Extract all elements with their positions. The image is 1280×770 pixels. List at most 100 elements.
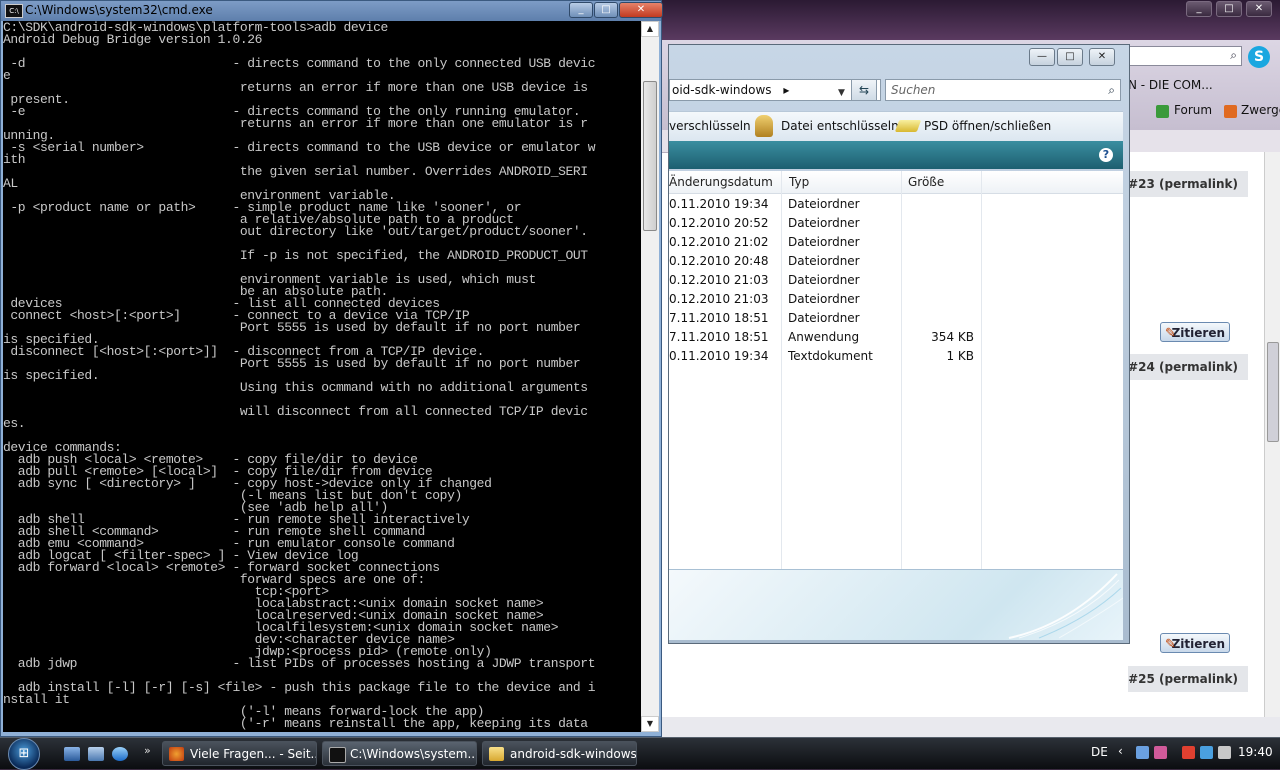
column-date[interactable]: Änderungsdatum [669, 175, 773, 189]
start-button[interactable]: ⊞ [8, 738, 40, 770]
task-label: Viele Fragen... - Seit... [190, 747, 317, 761]
column-type[interactable]: Typ [789, 175, 809, 189]
skype-icon[interactable]: S [1248, 46, 1270, 68]
file-row[interactable]: 0.12.2010 21:02 Dateiordner [669, 233, 1123, 252]
row-size: 354 KB [931, 330, 974, 344]
encrypt-button[interactable]: verschlüsseln [669, 119, 751, 133]
quicklaunch-more-icon[interactable]: » [144, 744, 151, 757]
console-icon: C:\ [5, 4, 23, 18]
post-header-25[interactable]: #25 (permalink) [1128, 666, 1248, 692]
refresh-button[interactable]: ⇆ [851, 79, 877, 101]
row-type: Dateiordner [788, 292, 860, 306]
cmd-close-button[interactable]: ✕ [619, 2, 663, 18]
cmd-minimize-button[interactable]: _ [569, 2, 593, 18]
taskbar: ⊞ » Viele Fragen... - Seit... C:\Windows… [0, 737, 1280, 770]
folder-icon [489, 747, 504, 761]
quote-button[interactable]: ✎ Zitieren [1160, 633, 1230, 653]
scroll-up-icon[interactable]: ▲ [641, 21, 659, 37]
tray-app-icon[interactable] [1154, 746, 1167, 759]
explorer-close-button[interactable]: ✕ [1089, 48, 1115, 66]
explorer-frame: — □ ✕ oid-sdk-windows ▸ ▼ ⇆ Suchen ⌕ ver… [668, 44, 1130, 644]
cmd-titlebar[interactable]: C:\ C:\Windows\system32\cmd.exe _ □ ✕ [1, 1, 663, 21]
post-header-24[interactable]: #24 (permalink) [1128, 354, 1248, 380]
clock[interactable]: 19:40 [1238, 745, 1273, 759]
file-row[interactable]: 0.11.2010 19:34 Textdokument 1 KB [669, 347, 1123, 366]
row-date: 0.12.2010 20:48 [669, 254, 769, 268]
zwerge-bookmark-icon [1224, 105, 1237, 118]
post-header-23[interactable]: #23 (permalink) [1128, 171, 1248, 197]
decrypt-button[interactable]: Datei entschlüsseln [781, 119, 899, 133]
psd-button[interactable]: PSD öffnen/schließen [924, 119, 1051, 133]
row-type: Dateiordner [788, 254, 860, 268]
switch-windows-icon[interactable] [88, 747, 104, 761]
chevron-down-icon[interactable]: ▼ [838, 83, 845, 103]
row-type: Textdokument [788, 349, 873, 363]
info-bar: ? [669, 141, 1123, 169]
row-date: 0.11.2010 19:34 [669, 197, 769, 211]
explorer-maximize-button[interactable]: □ [1057, 48, 1083, 66]
row-type: Dateiordner [788, 311, 860, 325]
volume-icon[interactable] [1218, 746, 1231, 759]
row-date: 0.11.2010 19:34 [669, 349, 769, 363]
file-row[interactable]: 7.11.2010 18:51 Dateiordner [669, 309, 1123, 328]
search-icon[interactable]: ⌕ [1230, 48, 1237, 63]
browser-search-box[interactable]: ⌕ [1128, 46, 1242, 66]
row-type: Dateiordner [788, 197, 860, 211]
quote-button[interactable]: ✎ Zitieren [1160, 322, 1230, 342]
explorer-minimize-button[interactable]: — [1029, 48, 1055, 66]
row-date: 7.11.2010 18:51 [669, 330, 769, 344]
row-date: 0.12.2010 21:02 [669, 235, 769, 249]
help-icon[interactable]: ? [1099, 148, 1113, 162]
bookmark-title[interactable]: N - DIE COM... [1128, 78, 1213, 92]
language-indicator[interactable]: DE [1091, 745, 1108, 759]
explorer-window: — □ ✕ oid-sdk-windows ▸ ▼ ⇆ Suchen ⌕ ver… [668, 44, 1130, 644]
network-icon[interactable] [1136, 746, 1149, 759]
taskbar-task-firefox[interactable]: Viele Fragen... - Seit... [162, 741, 317, 766]
cmd-maximize-button[interactable]: □ [594, 2, 618, 18]
browser-statusbar [660, 717, 1280, 737]
search-input[interactable]: Suchen ⌕ [885, 79, 1121, 101]
taskbar-task-cmd[interactable]: C:\Windows\system... [322, 741, 477, 766]
row-type: Dateiordner [788, 273, 860, 287]
browser-maximize-button[interactable]: □ [1216, 1, 1242, 17]
quote-icon: ✎ [1165, 637, 1176, 652]
internet-explorer-icon[interactable] [112, 747, 128, 761]
row-date: 7.11.2010 18:51 [669, 311, 769, 325]
file-row[interactable]: 0.12.2010 20:48 Dateiordner [669, 252, 1123, 271]
search-placeholder: Suchen [891, 83, 936, 97]
browser-minimize-button[interactable]: _ [1186, 1, 1212, 17]
taskbar-task-explorer[interactable]: android-sdk-windows [482, 741, 637, 766]
browser-titlebar: _ □ ✕ [660, 0, 1280, 40]
address-bar[interactable]: oid-sdk-windows ▸ ▼ [669, 79, 881, 101]
cmd-window: C:\ C:\Windows\system32\cmd.exe _ □ ✕ C:… [0, 0, 663, 737]
network-status-icon[interactable] [1200, 746, 1213, 759]
command-bar: verschlüsseln Datei entschlüsseln PSD öf… [669, 111, 1123, 143]
file-row[interactable]: 0.12.2010 21:03 Dateiordner [669, 271, 1123, 290]
console-scrollbar[interactable]: ▲ ▼ [641, 21, 659, 732]
row-date: 0.12.2010 20:52 [669, 216, 769, 230]
row-date: 0.12.2010 21:03 [669, 292, 769, 306]
address-chevron-icon[interactable]: ▸ [783, 83, 789, 97]
console-output[interactable]: C:\SDK\android-sdk-windows\platform-tool… [3, 21, 641, 732]
file-row[interactable]: 0.12.2010 21:03 Dateiordner [669, 290, 1123, 309]
browser-scrollbar[interactable] [1264, 152, 1280, 717]
psd-icon [894, 120, 922, 132]
file-row[interactable]: 0.12.2010 20:52 Dateiordner [669, 214, 1123, 233]
file-row[interactable]: 7.11.2010 18:51 Anwendung 354 KB [669, 328, 1123, 347]
search-icon[interactable]: ⌕ [1108, 80, 1115, 100]
bookmark-zwerge[interactable]: Zwerge [1241, 103, 1280, 117]
file-row[interactable]: 0.11.2010 19:34 Dateiordner [669, 195, 1123, 214]
tray-expand-icon[interactable]: ‹ [1118, 744, 1123, 758]
forum-bookmark-icon [1156, 105, 1169, 118]
security-icon[interactable] [1182, 746, 1195, 759]
browser-close-button[interactable]: ✕ [1246, 1, 1272, 17]
console-scrollbar-thumb[interactable] [643, 81, 657, 231]
column-size[interactable]: Größe [908, 175, 944, 189]
scroll-down-icon[interactable]: ▼ [641, 716, 659, 732]
column-header: Änderungsdatum Typ Größe [669, 171, 1123, 194]
show-desktop-icon[interactable] [64, 747, 80, 761]
task-label: android-sdk-windows [510, 747, 637, 761]
browser-scrollbar-thumb[interactable] [1267, 342, 1279, 442]
bookmark-forum[interactable]: Forum [1174, 103, 1212, 117]
row-type: Dateiordner [788, 216, 860, 230]
